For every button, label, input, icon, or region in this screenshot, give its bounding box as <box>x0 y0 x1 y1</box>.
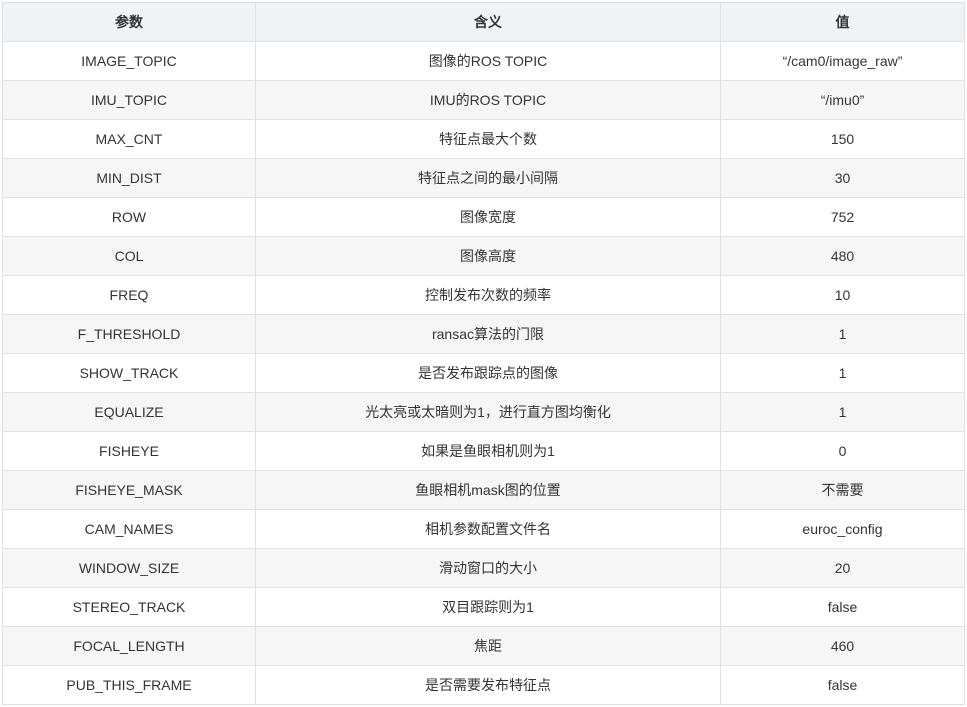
meaning-cell: 焦距 <box>255 626 721 666</box>
meaning-cell: 特征点最大个数 <box>255 119 721 159</box>
param-cell: MAX_CNT <box>2 119 256 159</box>
value-cell: euroc_config <box>720 509 965 549</box>
value-cell: 150 <box>720 119 965 159</box>
value-cell: “/imu0” <box>720 80 965 120</box>
param-cell: SHOW_TRACK <box>2 353 256 393</box>
meaning-cell: 图像宽度 <box>255 197 721 237</box>
param-cell: WINDOW_SIZE <box>2 548 256 588</box>
param-cell: EQUALIZE <box>2 392 256 432</box>
parameters-table: 参数 含义 值 IMAGE_TOPIC 图像的ROS TOPIC “/cam0/im… <box>2 2 965 705</box>
meaning-cell: 鱼眼相机mask图的位置 <box>255 470 721 510</box>
param-cell: CAM_NAMES <box>2 509 256 549</box>
value-cell: 1 <box>720 392 965 432</box>
value-cell: false <box>720 665 965 705</box>
param-cell: FISHEYE_MASK <box>2 470 256 510</box>
param-cell: STEREO_TRACK <box>2 587 256 627</box>
meaning-cell: 特征点之间的最小间隔 <box>255 158 721 198</box>
table-row: IMU_TOPIC IMU的ROS TOPIC “/imu0” <box>2 80 965 120</box>
param-cell: MIN_DIST <box>2 158 256 198</box>
table-row: FREQ 控制发布次数的频率 10 <box>2 275 965 315</box>
table-row: MAX_CNT 特征点最大个数 150 <box>2 119 965 159</box>
value-cell: 752 <box>720 197 965 237</box>
param-cell: COL <box>2 236 256 276</box>
header-row: 参数 含义 值 <box>2 2 965 42</box>
meaning-cell: 图像的ROS TOPIC <box>255 41 721 81</box>
table-row: WINDOW_SIZE 滑动窗口的大小 20 <box>2 548 965 588</box>
meaning-cell: 是否发布跟踪点的图像 <box>255 353 721 393</box>
value-cell: 10 <box>720 275 965 315</box>
meaning-cell: 如果是鱼眼相机则为1 <box>255 431 721 471</box>
table-row: EQUALIZE 光太亮或太暗则为1，进行直方图均衡化 1 <box>2 392 965 432</box>
param-cell: ROW <box>2 197 256 237</box>
table-row: FISHEYE_MASK 鱼眼相机mask图的位置 不需要 <box>2 470 965 510</box>
header-value: 值 <box>720 2 965 42</box>
param-cell: PUB_THIS_FRAME <box>2 665 256 705</box>
table-row: COL 图像高度 480 <box>2 236 965 276</box>
meaning-cell: 控制发布次数的频率 <box>255 275 721 315</box>
param-cell: IMAGE_TOPIC <box>2 41 256 81</box>
header-param: 参数 <box>2 2 256 42</box>
value-cell: 0 <box>720 431 965 471</box>
meaning-cell: 相机参数配置文件名 <box>255 509 721 549</box>
table-row: PUB_THIS_FRAME 是否需要发布特征点 false <box>2 665 965 705</box>
header-meaning: 含义 <box>255 2 721 42</box>
meaning-cell: 图像高度 <box>255 236 721 276</box>
value-cell: 480 <box>720 236 965 276</box>
meaning-cell: ransac算法的门限 <box>255 314 721 354</box>
table-row: MIN_DIST 特征点之间的最小间隔 30 <box>2 158 965 198</box>
table-row: FOCAL_LENGTH 焦距 460 <box>2 626 965 666</box>
param-cell: FISHEYE <box>2 431 256 471</box>
meaning-cell: 光太亮或太暗则为1，进行直方图均衡化 <box>255 392 721 432</box>
meaning-cell: 滑动窗口的大小 <box>255 548 721 588</box>
table-row: CAM_NAMES 相机参数配置文件名 euroc_config <box>2 509 965 549</box>
meaning-cell: 双目跟踪则为1 <box>255 587 721 627</box>
param-cell: IMU_TOPIC <box>2 80 256 120</box>
meaning-cell: 是否需要发布特征点 <box>255 665 721 705</box>
param-cell: FOCAL_LENGTH <box>2 626 256 666</box>
table-row: FISHEYE 如果是鱼眼相机则为1 0 <box>2 431 965 471</box>
table-row: ROW 图像宽度 752 <box>2 197 965 237</box>
value-cell: 20 <box>720 548 965 588</box>
table-row: STEREO_TRACK 双目跟踪则为1 false <box>2 587 965 627</box>
value-cell: 460 <box>720 626 965 666</box>
table-row: F_THRESHOLD ransac算法的门限 1 <box>2 314 965 354</box>
value-cell: false <box>720 587 965 627</box>
value-cell: “/cam0/image_raw” <box>720 41 965 81</box>
value-cell: 1 <box>720 314 965 354</box>
value-cell: 不需要 <box>720 470 965 510</box>
table-row: IMAGE_TOPIC 图像的ROS TOPIC “/cam0/image_raw” <box>2 41 965 81</box>
table-row: SHOW_TRACK 是否发布跟踪点的图像 1 <box>2 353 965 393</box>
value-cell: 1 <box>720 353 965 393</box>
param-cell: F_THRESHOLD <box>2 314 256 354</box>
value-cell: 30 <box>720 158 965 198</box>
param-cell: FREQ <box>2 275 256 315</box>
meaning-cell: IMU的ROS TOPIC <box>255 80 721 120</box>
